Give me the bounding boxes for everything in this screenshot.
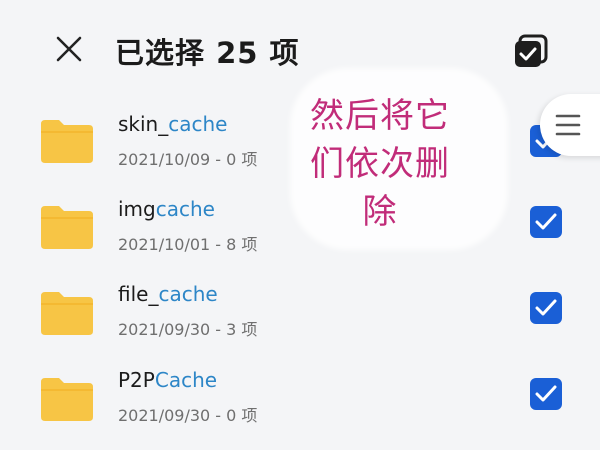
item-checkbox[interactable] xyxy=(530,292,562,324)
folder-icon xyxy=(41,120,93,163)
file-list-item[interactable]: P2PCache 2021/09/30 - 0 项 xyxy=(0,358,600,444)
item-checkbox[interactable] xyxy=(530,206,562,238)
file-selection-screen: 已选择 25 项 skin_cache 2021/10/09 - 0 项 img… xyxy=(0,0,600,450)
close-button[interactable] xyxy=(50,30,88,68)
file-meta: 2021/10/01 - 8 项 xyxy=(118,235,258,254)
select-all-button[interactable] xyxy=(513,34,549,68)
selection-count-title: 已选择 25 项 xyxy=(115,36,300,70)
file-meta: 2021/09/30 - 3 项 xyxy=(118,320,258,339)
file-name: skin_cache xyxy=(118,112,228,136)
instruction-caption: 然后将它们依次删除 xyxy=(310,96,450,232)
check-icon xyxy=(535,385,557,402)
close-icon xyxy=(56,36,82,62)
folder-icon xyxy=(41,206,93,249)
file-list-item[interactable]: file_cache 2021/09/30 - 3 项 xyxy=(0,272,600,358)
select-all-icon xyxy=(515,34,548,67)
file-meta: 2021/09/30 - 0 项 xyxy=(118,406,258,425)
file-name: imgcache xyxy=(118,197,215,221)
folder-icon xyxy=(41,378,93,421)
file-name: P2PCache xyxy=(118,368,218,392)
file-name: file_cache xyxy=(118,282,218,306)
item-checkbox[interactable] xyxy=(530,378,562,410)
menu-lines-icon xyxy=(555,114,581,136)
floating-menu-handle[interactable] xyxy=(540,94,600,156)
file-meta: 2021/10/09 - 0 项 xyxy=(118,150,258,169)
selection-header: 已选择 25 项 xyxy=(0,0,600,100)
check-icon xyxy=(535,213,557,230)
check-icon xyxy=(535,299,557,316)
folder-icon xyxy=(41,292,93,335)
